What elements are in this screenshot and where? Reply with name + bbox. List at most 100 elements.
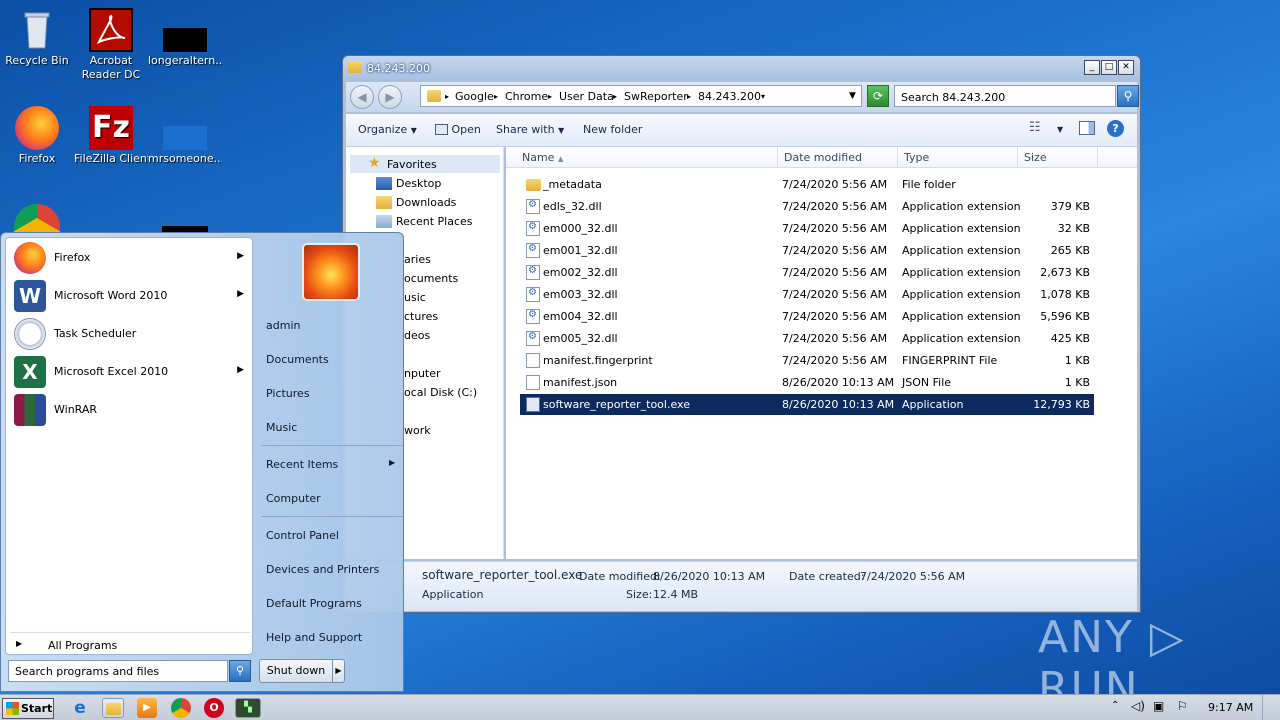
desktop-icon-filezilla[interactable]: Fz FileZilla Client <box>74 106 148 166</box>
volume-icon[interactable]: ◁) <box>1131 699 1145 713</box>
all-programs-button[interactable]: ▶ All Programs <box>10 632 250 656</box>
chrome-icon[interactable] <box>14 204 60 232</box>
title-bar[interactable]: 84.243.200 _ □ ✕ <box>343 56 1140 80</box>
start-item-devices-printers[interactable]: Devices and Printers <box>266 563 379 576</box>
start-button[interactable]: Start <box>2 698 54 719</box>
file-date: 7/24/2020 5:56 AM <box>782 332 888 345</box>
file-row[interactable]: manifest.fingerprint 7/24/2020 5:56 AM FIN… <box>520 350 1094 371</box>
breadcrumb-separator-icon[interactable]: ▸ <box>548 92 552 101</box>
desktop-icon-recycle-bin[interactable]: Recycle Bin <box>0 8 74 68</box>
user-picture[interactable] <box>302 243 360 301</box>
file-list[interactable]: Name ▲ Date modified Type Size _metadata… <box>506 147 1137 559</box>
search-icon[interactable]: ⚲ <box>1117 85 1139 107</box>
media-player-icon[interactable]: ▶ <box>137 698 157 718</box>
breadcrumb-current[interactable]: 84.243.200 <box>698 90 761 103</box>
help-icon[interactable]: ? <box>1107 120 1124 137</box>
start-item-help-support[interactable]: Help and Support <box>266 631 362 644</box>
file-row[interactable]: _metadata 7/24/2020 5:56 AM File folder <box>520 174 1094 195</box>
breadcrumb-user-data[interactable]: User Data <box>559 90 614 103</box>
nav-item-videos[interactable]: deos <box>404 329 430 342</box>
start-item-recent-items[interactable]: Recent Items <box>266 458 338 471</box>
view-icon[interactable]: ☷ <box>1029 120 1041 135</box>
show-desktop-button[interactable] <box>1262 695 1278 720</box>
share-with-button[interactable]: Share with ▼ <box>496 123 564 136</box>
desktop-icon-acrobat[interactable]: Acrobat Reader DC <box>74 8 148 82</box>
search-icon[interactable]: ⚲ <box>229 660 251 682</box>
breadcrumb-chrome[interactable]: Chrome <box>505 90 548 103</box>
file-row[interactable]: em003_32.dll 7/24/2020 5:56 AM Application… <box>520 284 1094 305</box>
back-icon[interactable]: ◀ <box>350 85 374 109</box>
start-item-default-programs[interactable]: Default Programs <box>266 597 362 610</box>
favorites-label[interactable]: Favorites <box>387 158 437 171</box>
breadcrumb-separator-icon[interactable]: ▸ <box>687 92 691 101</box>
chevron-down-icon[interactable]: ▾ <box>761 92 765 101</box>
show-hidden-icons[interactable]: ⌃ <box>1111 700 1119 711</box>
breadcrumb-separator-icon[interactable]: ▸ <box>494 92 498 101</box>
clock[interactable]: 9:17 AM <box>1208 701 1253 714</box>
close-button[interactable]: ✕ <box>1118 60 1134 75</box>
organize-button[interactable]: Organize ▼ <box>358 123 417 136</box>
breadcrumb-swreporter[interactable]: SwReporter <box>624 90 688 103</box>
action-center-flag-icon[interactable]: ⚐ <box>1177 699 1188 713</box>
column-header-name[interactable]: Name ▲ <box>506 147 778 168</box>
maximize-button[interactable]: □ <box>1101 60 1117 75</box>
desktop-icon-firefox[interactable]: Firefox <box>0 106 74 166</box>
column-header-type[interactable]: Type <box>898 147 1018 168</box>
file-row[interactable]: em000_32.dll 7/24/2020 5:56 AM Application… <box>520 218 1094 239</box>
nav-item-downloads[interactable]: Downloads <box>396 196 456 209</box>
nav-item-libraries[interactable]: aries <box>404 253 431 266</box>
nav-item-pictures[interactable]: ctures <box>404 310 438 323</box>
shutdown-button[interactable]: Shut down <box>259 659 333 683</box>
chevron-down-icon[interactable]: ▼ <box>1057 125 1063 134</box>
internet-explorer-icon[interactable]: e <box>70 698 90 718</box>
refresh-icon[interactable]: ⟳ <box>867 85 889 107</box>
nav-item-local-disk[interactable]: ocal Disk (C:) <box>404 386 477 399</box>
shutdown-options-icon[interactable]: ▶ <box>332 659 345 683</box>
nav-item-computer[interactable]: nputer <box>404 367 441 380</box>
explorer-taskbar-button[interactable] <box>102 698 124 718</box>
start-item-control-panel[interactable]: Control Panel <box>266 529 339 542</box>
network-icon[interactable]: ▣ <box>1153 699 1164 713</box>
preview-pane-icon[interactable] <box>1079 121 1095 135</box>
start-item-music[interactable]: Music <box>266 421 297 434</box>
start-item-user[interactable]: admin <box>266 319 300 332</box>
file-row[interactable]: em001_32.dll 7/24/2020 5:56 AM Application… <box>520 240 1094 261</box>
breadcrumb-google[interactable]: Google <box>455 90 494 103</box>
start-item-documents[interactable]: Documents <box>266 353 329 366</box>
desktop-icon-mrsomeone[interactable]: mrsomeone.... <box>148 106 222 166</box>
program-task-scheduler[interactable]: Task Scheduler <box>10 316 252 352</box>
file-row[interactable]: edls_32.dll 7/24/2020 5:56 AM Application … <box>520 196 1094 217</box>
file-row[interactable]: em005_32.dll 7/24/2020 5:56 AM Application… <box>520 328 1094 349</box>
task-manager-icon[interactable]: ▚ <box>235 698 261 718</box>
new-folder-button[interactable]: New folder <box>583 123 642 136</box>
search-input[interactable]: Search 84.243.200 <box>894 85 1116 107</box>
opera-icon[interactable]: O <box>204 698 224 718</box>
nav-item-network[interactable]: work <box>404 424 431 437</box>
start-item-pictures[interactable]: Pictures <box>266 387 310 400</box>
forward-icon[interactable]: ▶ <box>378 85 402 109</box>
nav-item-music[interactable]: usic <box>404 291 426 304</box>
start-search-input[interactable]: Search programs and files <box>8 660 228 682</box>
file-row[interactable]: software_reporter_tool.exe 8/26/2020 10:1… <box>520 394 1094 415</box>
start-item-computer[interactable]: Computer <box>266 492 321 505</box>
address-bar[interactable]: ▸ Google ▸ Chrome ▸ User Data ▸ SwReport… <box>420 85 862 107</box>
file-row[interactable]: em004_32.dll 7/24/2020 5:56 AM Application… <box>520 306 1094 327</box>
explorer-window[interactable]: 84.243.200 _ □ ✕ ◀ ▶ ▸ Google ▸ Chrome ▸… <box>342 55 1141 613</box>
minimize-button[interactable]: _ <box>1084 60 1100 75</box>
breadcrumb-separator-icon[interactable]: ▸ <box>613 92 617 101</box>
nav-item-documents[interactable]: ocuments <box>404 272 458 285</box>
desktop-icon-longeraltern[interactable]: longeraltern... <box>148 8 222 68</box>
open-button[interactable]: Open <box>435 123 481 136</box>
column-header-date[interactable]: Date modified <box>778 147 898 168</box>
column-header-size[interactable]: Size <box>1018 147 1098 168</box>
file-row[interactable]: em002_32.dll 7/24/2020 5:56 AM Application… <box>520 262 1094 283</box>
program-excel[interactable]: X Microsoft Excel 2010 ▶ <box>10 354 252 390</box>
address-dropdown-icon[interactable]: ▼ <box>849 91 856 101</box>
program-winrar[interactable]: WinRAR <box>10 392 252 428</box>
file-row[interactable]: manifest.json 8/26/2020 10:13 AM JSON File… <box>520 372 1094 393</box>
program-firefox[interactable]: Firefox ▶ <box>10 240 252 276</box>
program-word[interactable]: W Microsoft Word 2010 ▶ <box>10 278 252 314</box>
nav-item-desktop[interactable]: Desktop <box>396 177 441 190</box>
chrome-icon[interactable] <box>171 698 191 718</box>
nav-item-recent-places[interactable]: Recent Places <box>396 215 473 228</box>
